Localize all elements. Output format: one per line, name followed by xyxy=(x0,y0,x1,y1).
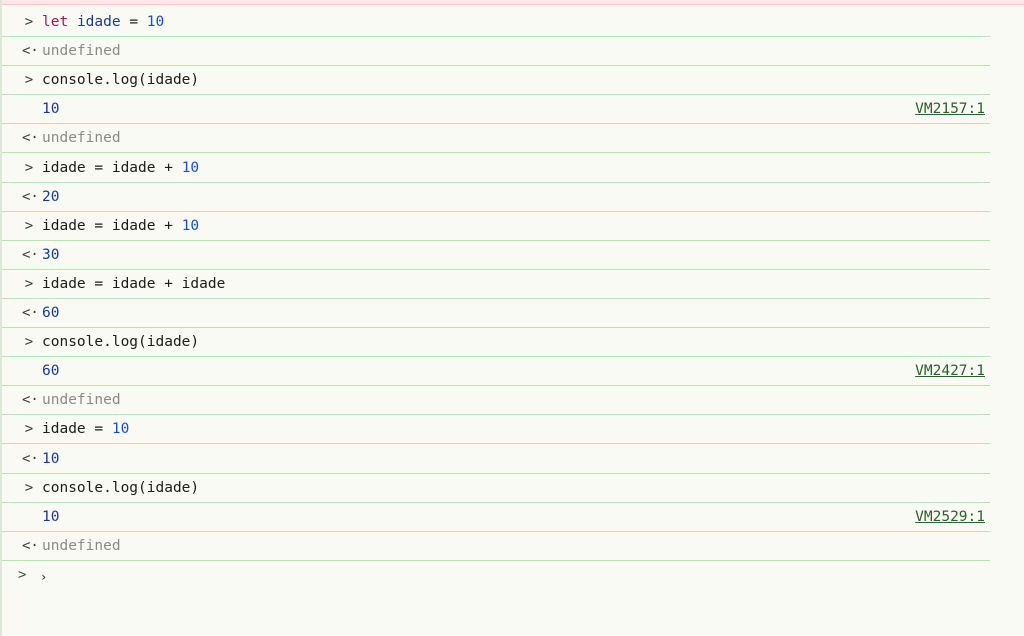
code-token: 10 xyxy=(42,508,60,525)
log-gutter xyxy=(22,503,36,531)
input-chevron-icon: > xyxy=(24,14,34,30)
code-token: 10 xyxy=(181,159,200,176)
console-input-text: idade = idade + idade xyxy=(42,270,225,298)
console-input-text: console.log(idade) xyxy=(42,474,199,502)
input-chevron-icon: > xyxy=(24,479,34,496)
code-token: undefined xyxy=(42,43,121,60)
error-banner-edge xyxy=(2,0,1024,5)
input-chevron-icon: > xyxy=(24,72,34,89)
console-input-text: console.log(idade) xyxy=(42,66,199,94)
console-result-text: undefined xyxy=(42,124,121,152)
input-chevron-icon: > xyxy=(24,334,34,351)
code-token: 10 xyxy=(181,217,200,234)
input-chevron-icon: > xyxy=(24,159,34,176)
console-result-row: <· 20 xyxy=(2,183,990,212)
console-result-row: <· 10 xyxy=(2,445,990,474)
console-input-row: > idade = idade + 10 xyxy=(2,154,990,183)
code-token: idade = xyxy=(42,421,112,438)
console-result-row: <· undefined xyxy=(2,37,990,67)
console-log-text: 10 xyxy=(42,95,59,123)
console-log-row: 10 VM2529:1 xyxy=(2,503,990,532)
result-arrow-icon: <· xyxy=(22,43,39,60)
code-token: undefined xyxy=(42,392,121,409)
console-result-row: <· 30 xyxy=(2,241,990,270)
console-log-row: 60 VM2427:1 xyxy=(2,357,990,387)
prompt-chevron-icon: > xyxy=(18,567,27,583)
code-token: idade = idade + xyxy=(42,217,182,234)
code-token: console.log(idade) xyxy=(42,479,200,496)
console-input-row: > let idade = 10 xyxy=(2,8,990,37)
console-result-text: undefined xyxy=(42,37,121,65)
console-input-text: let idade = 10 xyxy=(42,8,164,36)
result-arrow-icon: <· xyxy=(22,246,39,263)
code-token: 60 xyxy=(42,363,60,380)
console-result-text: 10 xyxy=(42,445,59,473)
source-location-link[interactable]: VM2427:1 xyxy=(915,357,985,385)
code-token: console.log(idade) xyxy=(42,72,200,89)
result-arrow-icon: <· xyxy=(22,188,39,205)
console-input[interactable] xyxy=(50,565,954,591)
log-gutter xyxy=(22,95,36,123)
code-token: 10 xyxy=(111,421,130,438)
input-chevron-icon: > xyxy=(24,275,34,292)
console-result-row: <· undefined xyxy=(2,532,990,561)
code-token: 20 xyxy=(42,188,60,205)
code-token: 30 xyxy=(42,246,60,263)
console-input-text: console.log(idade) xyxy=(42,328,199,356)
console-result-text: 20 xyxy=(42,183,59,211)
code-token: console.log(idade) xyxy=(42,334,200,351)
code-token: let xyxy=(42,14,69,30)
console-result-text: undefined xyxy=(42,386,121,414)
console-input-row: > console.log(idade) xyxy=(2,474,990,503)
console-result-row: <· undefined xyxy=(2,386,990,416)
console-input-row: > idade = idade + 10 xyxy=(2,212,990,241)
code-token: undefined xyxy=(42,130,121,147)
source-location-link[interactable]: VM2529:1 xyxy=(915,503,985,531)
code-token: idade xyxy=(76,14,121,30)
console-log-text: 60 xyxy=(42,357,59,385)
code-token: 60 xyxy=(42,305,60,321)
devtools-console: > let idade = 10 <· undefined > console.log(i… xyxy=(0,0,1024,636)
console-input-row: > idade = idade + idade xyxy=(2,270,990,299)
result-arrow-icon: <· xyxy=(22,537,39,554)
console-result-row: <· 60 xyxy=(2,299,990,328)
source-location-link[interactable]: VM2157:1 xyxy=(915,95,985,123)
console-log-text: 10 xyxy=(42,503,59,531)
console-result-text: 30 xyxy=(42,241,59,269)
console-input-text: idade = 10 xyxy=(42,415,129,443)
console-input-row: > console.log(idade) xyxy=(2,66,990,96)
code-token: 10 xyxy=(146,14,165,30)
console-result-text: undefined xyxy=(42,532,121,560)
code-token: undefined xyxy=(42,537,121,554)
log-gutter xyxy=(22,357,36,385)
code-token: 10 xyxy=(42,450,60,467)
input-caret-icon: › xyxy=(40,570,48,584)
code-token: idade = idade + idade xyxy=(42,275,226,292)
console-result-row: <· undefined xyxy=(2,124,990,154)
console-input-text: idade = idade + 10 xyxy=(42,212,199,240)
console-input-row: > console.log(idade) xyxy=(2,328,990,358)
console-log-row: 10 VM2157:1 xyxy=(2,95,990,125)
result-arrow-icon: <· xyxy=(22,392,39,409)
result-arrow-icon: <· xyxy=(22,450,39,467)
code-token: idade = idade + xyxy=(42,159,182,176)
console-input-text: idade = idade + 10 xyxy=(42,154,199,182)
console-input-row: > idade = 10 xyxy=(2,415,990,445)
code-token: = xyxy=(120,14,147,30)
input-chevron-icon: > xyxy=(24,217,34,234)
input-chevron-icon: > xyxy=(24,421,34,438)
code-token: 10 xyxy=(42,101,60,118)
result-arrow-icon: <· xyxy=(22,305,39,321)
result-arrow-icon: <· xyxy=(22,130,39,147)
console-result-text: 60 xyxy=(42,299,59,327)
